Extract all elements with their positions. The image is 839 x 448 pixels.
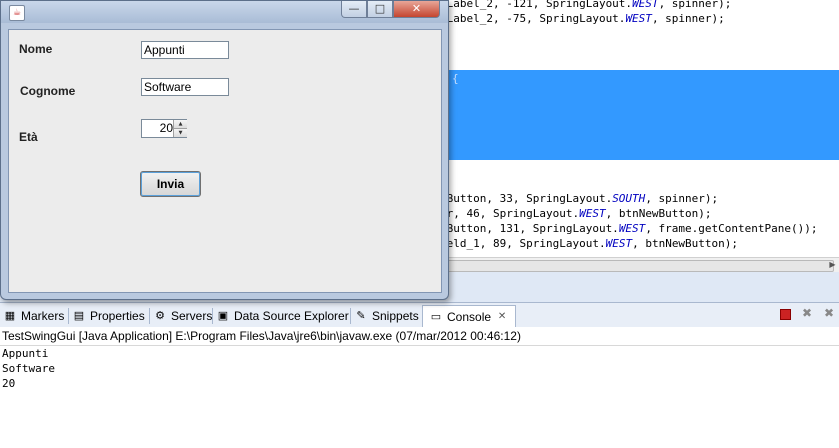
remove-all-icon[interactable]: ✖ [823,307,835,319]
close-icon[interactable]: ✕ [495,310,509,324]
swing-window: ☕ — □ ✕ Nome Appunti Cognome Software Et… [0,0,449,300]
maximize-button[interactable]: □ [367,1,393,18]
minimize-button[interactable]: — [341,1,367,18]
snippets-icon: ✎ [356,310,366,322]
data-source-icon: ▣ [217,310,229,322]
console-icon: ▭ [430,311,442,323]
eta-label: Età [19,130,38,144]
console-line: Software [2,362,55,375]
code-line: wButton, 33, SpringLayout.SOUTH, spinner… [440,192,719,205]
nome-label: Nome [19,42,53,56]
view-tab-bar: ▦ Markers ▤ Properties ⚙ Servers ▣ Data Sour… [0,302,839,328]
cognome-label: Cognome [20,84,76,98]
terminate-icon[interactable] [780,309,791,320]
tab-markers[interactable]: ▦ Markers [3,306,65,326]
eta-spinner[interactable]: 20 ▲ ▼ [141,119,187,138]
tab-properties[interactable]: ▤ Properties [72,306,145,326]
scroll-right-arrow-icon[interactable]: ▶ [828,260,837,270]
tab-separator [149,308,150,324]
selected-code-region[interactable] [440,70,839,160]
window-titlebar[interactable]: ☕ — □ ✕ [1,1,448,23]
console-line: 20 [2,377,16,390]
console-launch-header: TestSwingGui [Java Application] E:\Progr… [0,327,839,346]
close-button[interactable]: ✕ [393,1,440,18]
invia-button[interactable]: Invia [140,171,201,197]
tab-servers[interactable]: ⚙ Servers [153,306,212,326]
tab-console[interactable]: ▭ Console ✕ [422,305,517,328]
console-output[interactable]: Appunti Software 20 [2,346,55,391]
code-line: wButton, 131, SpringLayout.WEST, frame.g… [440,222,818,235]
eta-spinner-value[interactable]: 20 [142,120,173,137]
code-line: wLabel_2, -121, SpringLayout.WEST, spinn… [440,0,732,10]
remove-launch-icon[interactable]: ✖ [801,307,813,319]
tab-separator [212,308,213,324]
editor-horizontal-scrollbar[interactable]: ▶ [440,257,839,272]
spinner-down-arrow-icon[interactable]: ▼ [173,129,187,137]
console-line: Appunti [2,347,49,360]
cognome-field[interactable]: Software [141,78,229,96]
scrollbar-thumb[interactable] [440,260,834,272]
java-cup-icon[interactable]: ☕ [9,5,25,21]
servers-icon: ⚙ [155,310,165,322]
tab-separator [350,308,351,324]
selected-brace: { [452,72,459,85]
nome-field[interactable]: Appunti [141,41,229,59]
tab-separator [68,308,69,324]
tab-snippets[interactable]: ✎ Snippets [354,306,418,326]
properties-icon: ▤ [73,310,85,322]
markers-icon: ▦ [4,310,16,322]
code-line: er, 46, SpringLayout.WEST, btnNewButton)… [440,207,712,220]
tab-data-source-explorer[interactable]: ▣ Data Source Explorer [216,306,349,326]
window-content-pane: Nome Appunti Cognome Software Età 20 ▲ ▼… [8,29,442,293]
code-line: ield_1, 89, SpringLayout.WEST, btnNewBut… [440,237,739,250]
code-line: wLabel_2, -75, SpringLayout.WEST, spinne… [440,12,725,25]
console-toolbar: ✖ ✖ [780,307,835,320]
spinner-up-arrow-icon[interactable]: ▲ [173,120,187,129]
